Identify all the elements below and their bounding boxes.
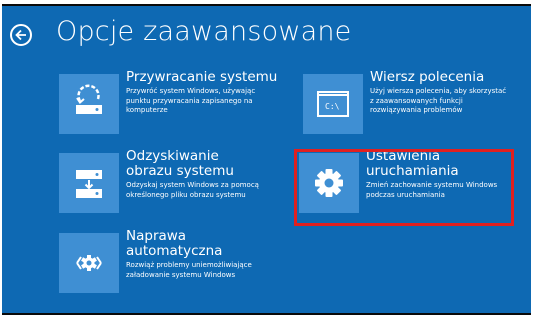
- option-label: Przywracanie systemu: [126, 69, 278, 85]
- option-system-restore[interactable]: Przywracanie systemu Przywróć system Win…: [59, 70, 277, 138]
- option-description: Użyj wiersza polecenia, aby skorzystać z…: [370, 87, 507, 114]
- option-label: Naprawa automatyczna: [126, 228, 223, 259]
- automatic-repair-icon: [59, 233, 119, 293]
- page-title: Opcje zaawansowane: [56, 16, 352, 47]
- option-system-image-recovery[interactable]: Odzyskiwanie obrazu systemu Odzyskaj sys…: [59, 149, 264, 217]
- system-restore-icon: [59, 74, 119, 134]
- system-image-icon: [59, 153, 119, 213]
- option-label: Odzyskiwanie obrazu systemu: [126, 148, 234, 179]
- option-label: Ustawienia uruchamiania: [366, 148, 459, 179]
- option-description: Zmień zachowanie systemu Windows podczas…: [366, 181, 498, 199]
- option-description: Rozwiąż problemy uniemożliwiające załado…: [126, 261, 252, 279]
- advanced-options-screen: Opcje zaawansowane Przywracanie systemu …: [2, 4, 531, 315]
- command-prompt-glyph: C:\: [325, 102, 340, 111]
- gear-icon: [299, 153, 359, 213]
- option-description: Przywróć system Windows, używając punktu…: [126, 87, 256, 114]
- option-label: Wiersz polecenia: [370, 69, 485, 85]
- option-description: Odzyskaj system Windows za pomocą określ…: [126, 181, 259, 199]
- back-button[interactable]: [10, 24, 32, 46]
- option-startup-settings[interactable]: Ustawienia uruchamiania Zmień zachowanie…: [299, 149, 509, 217]
- command-prompt-icon: C:\: [303, 74, 363, 134]
- option-command-prompt[interactable]: C:\ Wiersz polecenia Użyj wiersza polece…: [303, 70, 518, 138]
- option-automatic-repair[interactable]: Naprawa automatyczna Rozwiąż problemy un…: [59, 229, 264, 297]
- back-arrow-icon: [15, 29, 26, 41]
